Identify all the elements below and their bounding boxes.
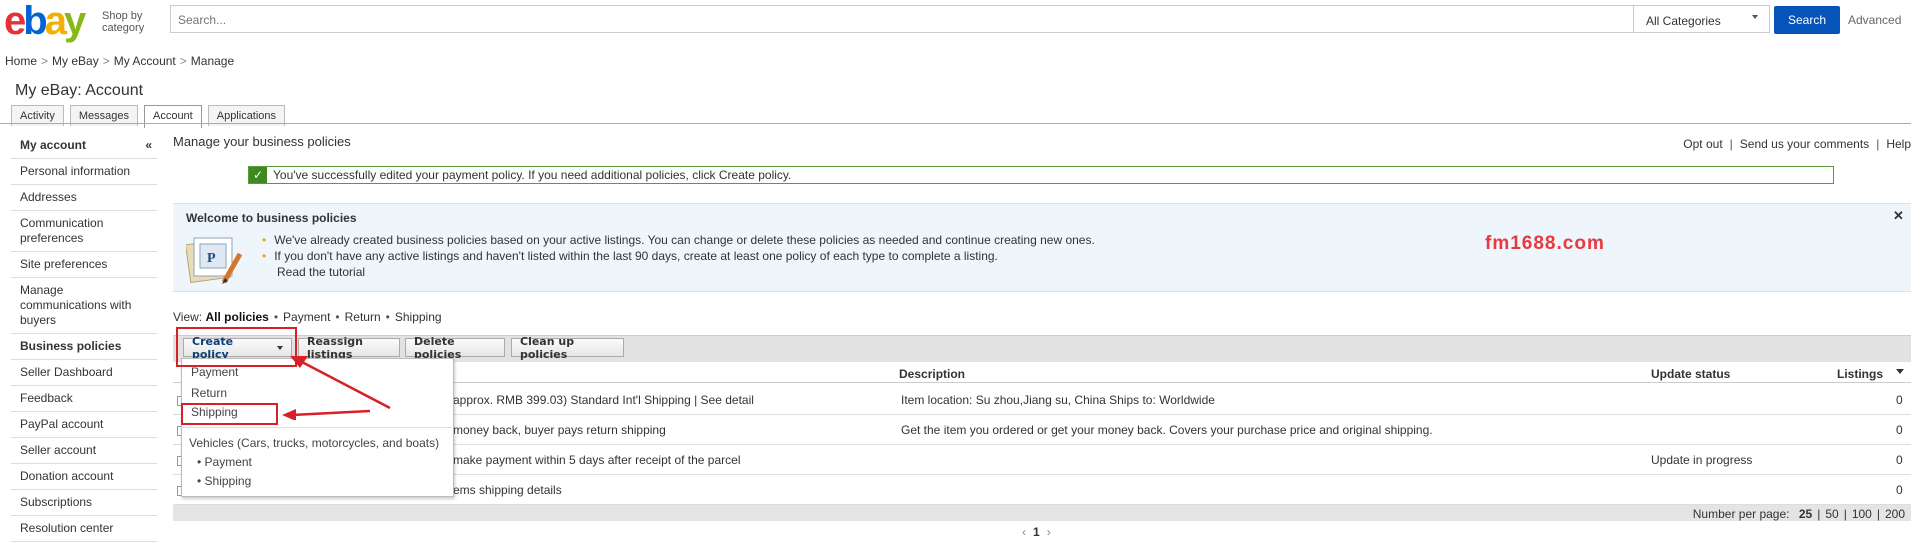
chevron-left-icon[interactable]: ‹ <box>1022 525 1026 539</box>
collapse-icon[interactable]: « <box>145 138 152 153</box>
breadcrumb-manage: Manage <box>190 54 235 68</box>
view-shipping[interactable]: Shipping <box>395 310 442 324</box>
welcome-title: Welcome to business policies <box>186 211 357 225</box>
breadcrumb-my-account[interactable]: My Account <box>114 54 176 68</box>
policy-name[interactable]: make payment within 5 days after receipt… <box>453 453 740 467</box>
column-listings[interactable]: Listings <box>1837 367 1883 381</box>
policy-listings: 0 <box>1896 453 1903 467</box>
sidebar-item-feedback[interactable]: Feedback <box>11 386 157 412</box>
menu-item-payment[interactable]: Payment <box>191 365 238 379</box>
search-button[interactable]: Search <box>1774 6 1840 34</box>
success-message: ✓ You've successfully edited your paymen… <box>248 166 1834 184</box>
column-description[interactable]: Description <box>899 367 965 381</box>
per-page-option[interactable]: 25 <box>1799 507 1812 521</box>
welcome-bullets: • We've already created business policies… <box>262 232 1095 280</box>
current-page[interactable]: 1 <box>1033 525 1040 539</box>
page-title: My eBay: Account <box>15 82 144 99</box>
search-input[interactable] <box>176 8 1630 32</box>
sidebar-item-donation-account[interactable]: Donation account <box>11 464 157 490</box>
policy-listings: 0 <box>1896 423 1903 437</box>
sidebar-item-site-preferences[interactable]: Site preferences <box>11 252 157 278</box>
welcome-bullet: • If you don't have any active listings a… <box>262 249 998 263</box>
view-all-policies[interactable]: All policies <box>205 310 268 324</box>
sidebar-item-subscriptions[interactable]: Subscriptions <box>11 490 157 516</box>
shop-by-category[interactable]: Shop by category <box>102 10 162 34</box>
annotation-arrows <box>282 356 391 420</box>
highlight-box <box>181 403 278 425</box>
per-page-option[interactable]: 50 <box>1825 507 1838 521</box>
delete-policies-button[interactable]: Delete policies <box>405 335 505 361</box>
clean-up-policies-button[interactable]: Clean up policies <box>511 335 624 361</box>
per-page-label: Number per page: <box>1692 507 1790 521</box>
send-comments-link[interactable]: Send us your comments <box>1740 137 1869 151</box>
ebay-logo[interactable]: ebay <box>4 1 96 41</box>
help-link[interactable]: Help <box>1886 137 1911 151</box>
menu-item-return[interactable]: Return <box>191 386 227 400</box>
sidebar-item-manage-communications[interactable]: Manage communications with buyers <box>11 278 157 334</box>
view-filter: View: All policies • Payment • Return • Shippi… <box>173 310 442 324</box>
policy-name[interactable]: money back, buyer pays return shipping <box>453 423 666 437</box>
sort-arrow-icon[interactable] <box>1896 369 1904 374</box>
tab-bar: Activity Messages Account Applications <box>11 105 286 128</box>
sidebar-item-seller-dashboard[interactable]: Seller Dashboard <box>11 360 157 386</box>
menu-item-vehicle-shipping[interactable]: • Shipping <box>197 474 251 488</box>
sidebar-item-seller-account[interactable]: Seller account <box>11 438 157 464</box>
advanced-search-link[interactable]: Advanced <box>1848 13 1901 27</box>
policy-description: Item location: Su zhou,Jiang su, China S… <box>901 393 1215 407</box>
sidebar: My account « Personal information Addres… <box>11 133 157 542</box>
view-payment[interactable]: Payment <box>283 310 330 324</box>
per-page-option[interactable]: 200 <box>1885 507 1905 521</box>
policy-listings: 0 <box>1896 483 1903 497</box>
table-footer <box>173 505 1911 521</box>
category-select[interactable]: All Categories <box>1633 5 1769 33</box>
breadcrumb: Home > My eBay > My Account > Manage <box>5 54 235 68</box>
policy-description: Get the item you ordered or get your mon… <box>901 423 1433 437</box>
view-return[interactable]: Return <box>345 310 381 324</box>
breadcrumb-my-ebay[interactable]: My eBay <box>52 54 99 68</box>
per-page-selector: Number per page: 25 | 50 | 100 | 200 <box>1692 507 1905 521</box>
sidebar-item-business-policies[interactable]: Business policies <box>11 334 157 360</box>
per-page-option[interactable]: 100 <box>1852 507 1872 521</box>
sidebar-item-paypal-account[interactable]: PayPal account <box>11 412 157 438</box>
policy-name[interactable]: approx. RMB 399.03) Standard Int'l Shipp… <box>453 393 754 407</box>
tab-divider <box>0 123 1911 124</box>
policy-listings: 0 <box>1896 393 1903 407</box>
pagination: ‹ 1 › <box>1022 525 1051 539</box>
read-tutorial-link[interactable]: Read the tutorial <box>262 264 1095 280</box>
watermark: fm1688.com <box>1485 233 1605 254</box>
section-title: Manage your business policies <box>173 134 351 149</box>
policy-status: Update in progress <box>1651 453 1753 467</box>
top-links: Opt out | Send us your comments | Help <box>1683 137 1911 151</box>
checkmark-icon: ✓ <box>249 167 267 183</box>
sidebar-item-addresses[interactable]: Addresses <box>11 185 157 211</box>
chevron-right-icon[interactable]: › <box>1047 525 1051 539</box>
chevron-down-icon <box>1752 15 1758 19</box>
svg-text:P: P <box>207 251 216 266</box>
sidebar-header: My account « <box>11 133 157 159</box>
highlight-box <box>176 327 297 367</box>
sidebar-item-communication-preferences[interactable]: Communication preferences <box>11 211 157 252</box>
menu-item-vehicle-payment[interactable]: • Payment <box>197 455 252 469</box>
tab-account[interactable]: Account <box>143 105 202 128</box>
sidebar-header-label: My account <box>20 138 87 152</box>
sidebar-item-resolution-center[interactable]: Resolution center <box>11 516 157 542</box>
sidebar-item-personal-information[interactable]: Personal information <box>11 159 157 185</box>
breadcrumb-home[interactable]: Home <box>5 54 37 68</box>
policy-document-icon: P <box>184 232 244 286</box>
column-update-status[interactable]: Update status <box>1651 367 1730 381</box>
view-label: View: <box>173 310 203 324</box>
menu-vehicles-header: Vehicles (Cars, trucks, motorcycles, and… <box>189 436 440 450</box>
opt-out-link[interactable]: Opt out <box>1683 137 1722 151</box>
menu-divider <box>181 427 452 428</box>
policy-name[interactable]: ems shipping details <box>453 483 562 497</box>
welcome-bullet: • We've already created business policies… <box>262 233 1095 247</box>
success-text: You've successfully edited your payment … <box>273 168 792 182</box>
close-icon[interactable]: ✕ <box>1893 208 1904 224</box>
